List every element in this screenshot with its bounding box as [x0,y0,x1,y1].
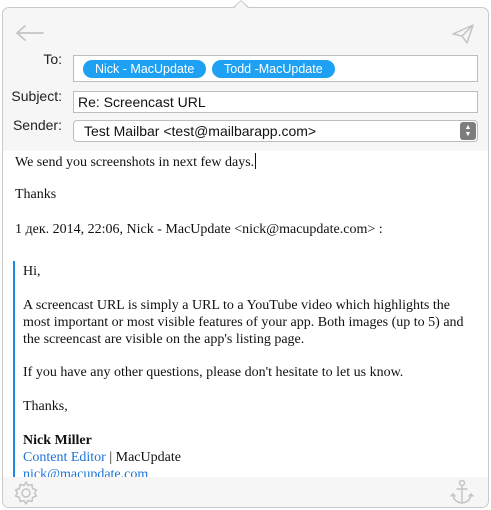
quote-signoff: Thanks, [23,399,68,414]
quote-line: the screencast are visible on the app's … [23,332,305,347]
body-line: Thanks [15,187,57,202]
anchor-icon[interactable] [450,479,474,505]
signature-role-line: Content Editor | MacUpdate [23,449,181,466]
to-label: To: [43,51,62,67]
arrow-left-icon[interactable] [15,24,45,42]
body-line: We send you screenshots in next few days… [15,153,257,170]
gear-icon[interactable] [13,480,39,506]
message-body[interactable]: We send you screenshots in next few days… [3,151,488,483]
reply-header: 1 дек. 2014, 22:06, Nick - MacUpdate <ni… [15,222,383,237]
popover-arrow-fill [233,1,249,9]
sender-value: Test Mailbar <test@mailbarapp.com> [84,123,317,139]
subject-input[interactable]: Re: Screencast URL [73,91,478,113]
subject-label: Subject: [11,88,62,104]
quote-greeting: Hi, [23,264,41,279]
paper-plane-icon[interactable] [452,24,474,44]
signature-role-link[interactable]: Content Editor [23,450,106,465]
compose-popover: To: Nick - MacUpdate Todd -MacUpdate Sub… [2,7,489,508]
quote-line: most important or most visible features … [23,315,464,330]
sender-label: Sender: [12,117,62,133]
footer-bar [3,477,488,507]
signature-separator: | [105,450,116,465]
signature-company: MacUpdate [115,450,181,465]
sender-select[interactable]: Test Mailbar <test@mailbarapp.com> ▲ ▼ [73,120,478,142]
to-field[interactable]: Nick - MacUpdate Todd -MacUpdate [73,55,478,82]
quote-line: A screencast URL is simply a URL to a Yo… [23,298,450,313]
text-caret [255,153,257,169]
quote-line: If you have any other questions, please … [23,365,404,380]
chevron-updown-icon[interactable]: ▲ ▼ [460,122,476,140]
recipient-chip[interactable]: Todd -MacUpdate [212,60,335,78]
quote-bar [13,261,15,483]
signature-name: Nick Miller [23,433,92,448]
recipient-chip[interactable]: Nick - MacUpdate [83,60,207,78]
